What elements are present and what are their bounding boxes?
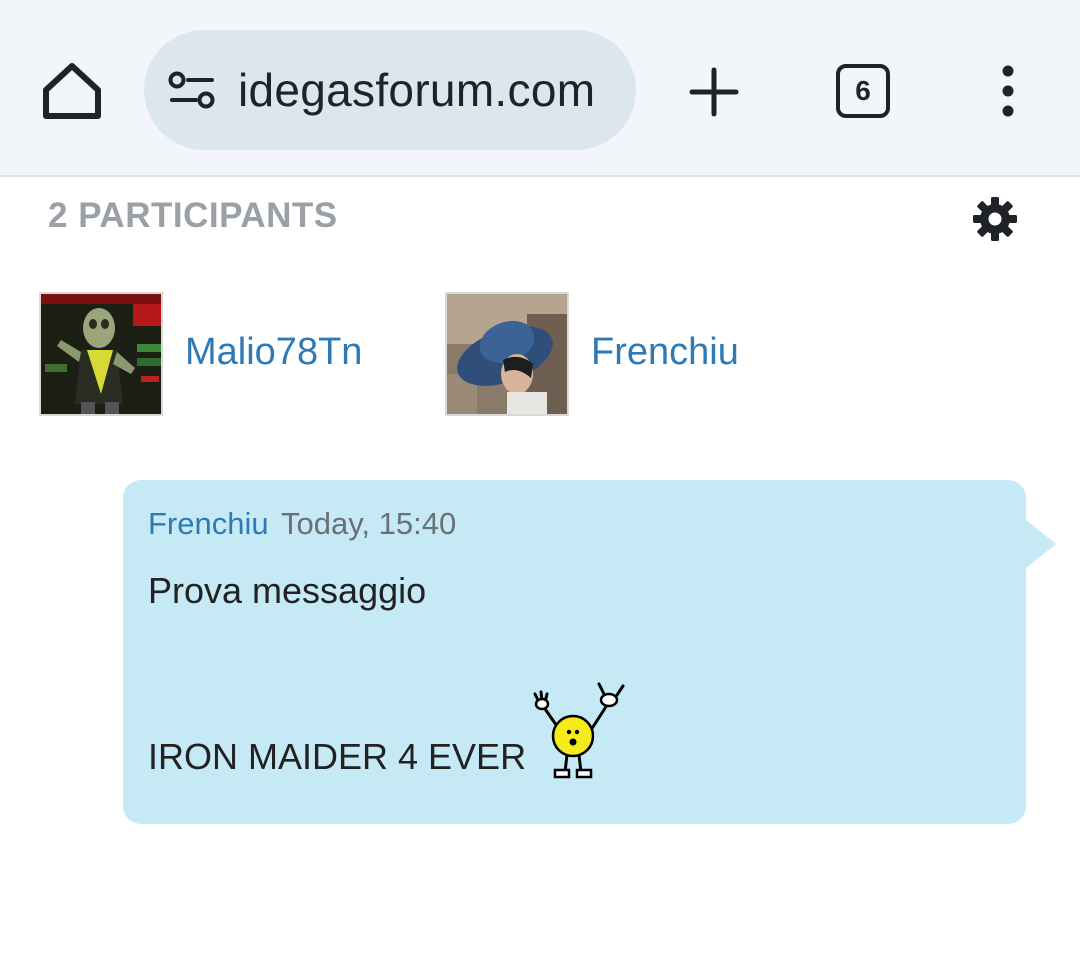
avatar-hat-image [447, 294, 567, 414]
message-text: Prova messaggio [148, 570, 427, 611]
message-text: IRON MAIDER 4 EVER [148, 736, 527, 777]
more-vertical-icon [1002, 65, 1014, 117]
participant-name[interactable]: Malio78Tn [185, 328, 362, 376]
browser-menu-button[interactable] [990, 62, 1026, 122]
tab-switcher-button[interactable]: 6 [836, 64, 890, 118]
avatar[interactable] [445, 292, 569, 416]
avatar-figure-image [41, 294, 161, 414]
new-tab-button[interactable] [686, 64, 742, 120]
message-bubble-arrow [1026, 520, 1056, 568]
home-icon [43, 63, 101, 119]
tune-icon[interactable] [168, 70, 216, 110]
browser-toolbar: idegasforum.com 6 [0, 0, 1080, 177]
tab-count: 6 [855, 75, 871, 106]
url-text[interactable]: idegasforum.com [238, 60, 595, 120]
gear-icon [973, 197, 1017, 241]
message-timestamp[interactable]: Today, 15:40 [281, 504, 456, 544]
plus-icon [689, 67, 739, 117]
address-bar[interactable]: idegasforum.com [144, 30, 636, 150]
message-bubble: Frenchiu Today, 15:40 Prova messaggio IR… [123, 480, 1026, 824]
message-author[interactable]: Frenchiu [148, 504, 269, 544]
conversation-settings-button[interactable] [970, 194, 1020, 244]
home-button[interactable] [38, 58, 106, 126]
participant-name[interactable]: Frenchiu [591, 328, 739, 376]
rock-on-smiley [533, 682, 625, 779]
participants-heading: 2 PARTICIPANTS [48, 196, 338, 235]
avatar[interactable] [39, 292, 163, 416]
